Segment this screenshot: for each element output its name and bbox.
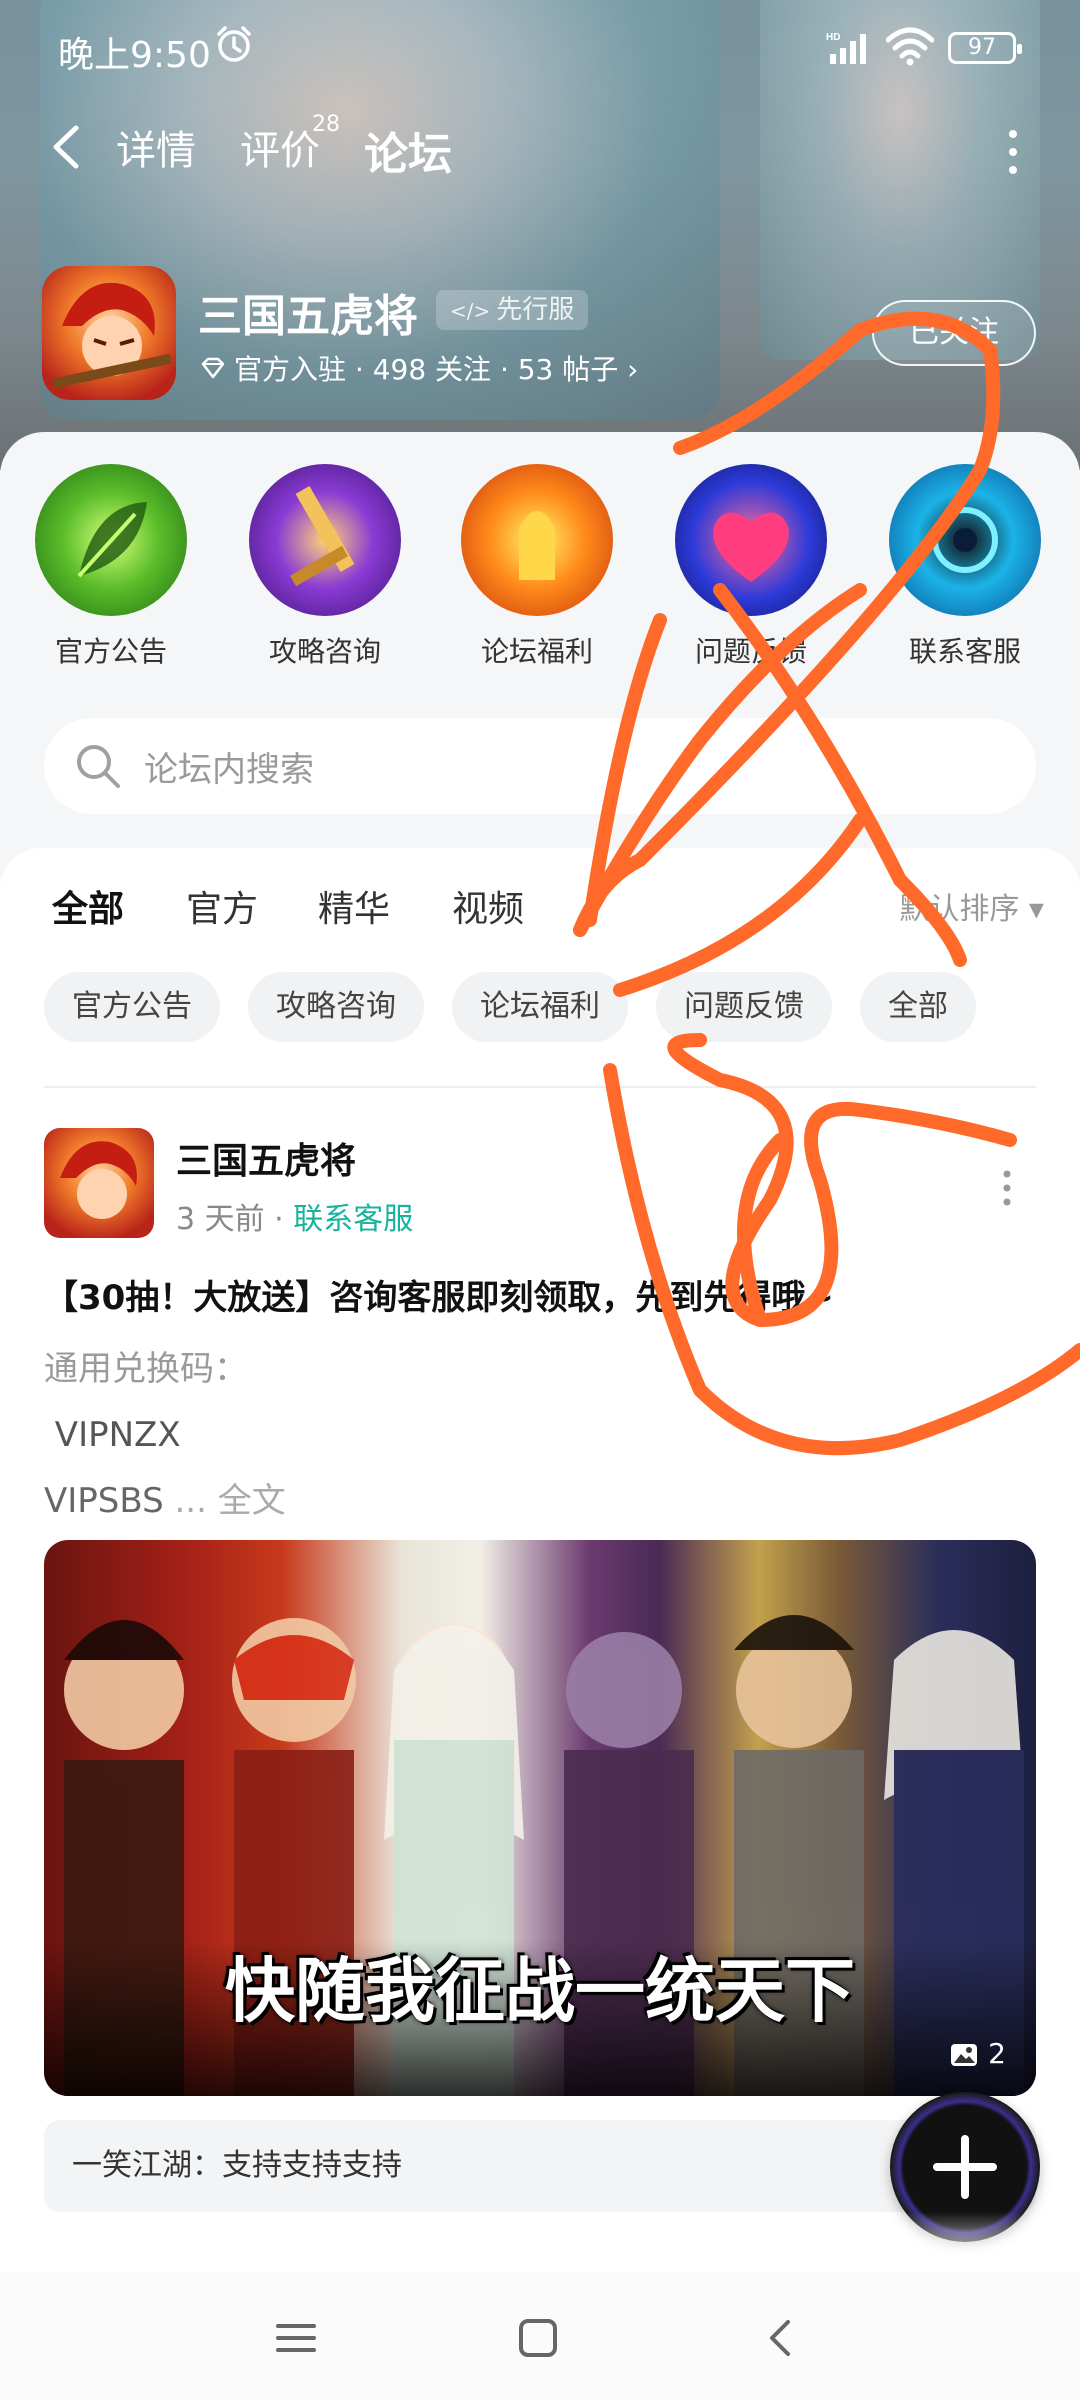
battery-indicator: 97 [948, 32, 1022, 64]
review-count-badge: 28 [312, 112, 340, 137]
tab-details[interactable]: 详情 [116, 118, 196, 176]
quick-link-label: 联系客服 [908, 635, 1021, 668]
menu-icon[interactable] [266, 2308, 326, 2368]
gallery-icon [951, 2044, 978, 2066]
status-bar: 晚上9:50 HD 97 [0, 0, 1080, 96]
orb-icon [889, 464, 1041, 616]
signal-hd-label: HD [826, 32, 840, 43]
post-author-avatar[interactable] [44, 1128, 154, 1238]
divider [44, 1086, 1036, 1088]
status-time: 晚上9:50 [58, 35, 211, 76]
tab-reviews[interactable]: 评价 28 [240, 112, 340, 176]
chip-guides[interactable]: 攻略咨询 [248, 972, 424, 1042]
quick-link-feedback[interactable]: 问题反馈 [666, 464, 836, 670]
system-nav-bar [0, 2272, 1080, 2400]
post-body[interactable]: 通用兑换码： VIPNZX VIPSBS ... 全文 [44, 1336, 286, 1534]
quick-link-label: 官方公告 [54, 635, 167, 668]
filter-tab-featured[interactable]: 精华 [318, 880, 390, 932]
filter-tabs: 全部 官方 精华 视频 默认排序 ▾ [0, 880, 1080, 950]
quick-link-label: 论坛福利 [480, 635, 593, 668]
post-top-comment[interactable]: 一笑江湖：支持支持支持 [44, 2120, 1036, 2212]
post-title[interactable]: 【30抽！大放送】咨询客服即刻领取，先到先得哦~ [44, 1270, 834, 1319]
code-icon: </> [450, 299, 491, 323]
tab-forum-label: 论坛 [364, 129, 452, 180]
quick-link-announcements[interactable]: 官方公告 [26, 464, 196, 670]
tab-reviews-label: 评价 [240, 128, 320, 174]
post-image[interactable]: 快随我征战一统天下 2 [44, 1540, 1036, 2096]
image-count: 2 [988, 2037, 1006, 2070]
post-body-line: VIPSBS [44, 1481, 164, 1521]
search-icon [77, 745, 120, 788]
quick-link-label: 攻略咨询 [268, 635, 381, 668]
post-meta-separator: · [274, 1202, 284, 1237]
filter-tab-official[interactable]: 官方 [186, 880, 258, 932]
home-icon[interactable] [508, 2308, 568, 2368]
chip-announcements[interactable]: 官方公告 [44, 972, 220, 1042]
forum-search-bar[interactable]: 论坛内搜索 [44, 718, 1036, 814]
chip-perks[interactable]: 论坛福利 [452, 972, 628, 1042]
heart-icon [675, 464, 827, 616]
read-more-link[interactable]: ... 全文 [164, 1481, 285, 1521]
quick-link-perks[interactable]: 论坛福利 [452, 464, 622, 670]
sort-dropdown[interactable]: 默认排序 ▾ [899, 884, 1044, 928]
quick-link-support[interactable]: 联系客服 [880, 464, 1050, 670]
leaf-icon [35, 464, 187, 616]
back-arrow-icon[interactable] [46, 122, 86, 172]
back-icon[interactable] [752, 2308, 812, 2368]
quick-link-guides[interactable]: 攻略咨询 [240, 464, 410, 670]
chip-feedback[interactable]: 问题反馈 [656, 972, 832, 1042]
top-nav: 详情 评价 28 论坛 [0, 108, 1080, 188]
post-meta: 3 天前 · 联系客服 [176, 1194, 413, 1238]
game-icon-art [52, 282, 172, 389]
quick-links: 官方公告 攻略咨询 论坛福利 问题反馈 联系客服 [0, 464, 1080, 684]
plus-icon [933, 2135, 997, 2199]
signal-icon: HD [826, 32, 866, 64]
bottom-fade [0, 2212, 1080, 2272]
wifi-icon [886, 27, 934, 66]
more-options-icon[interactable] [1006, 126, 1020, 178]
sword-icon [249, 464, 401, 616]
game-icon[interactable] [42, 266, 176, 400]
post-body-line: VIPNZX [44, 1415, 181, 1455]
image-count-badge: 2 [950, 2037, 1006, 2070]
tab-details-label: 详情 [116, 128, 196, 174]
follow-button[interactable]: 已关注 [872, 300, 1036, 366]
alarm-icon [217, 26, 251, 62]
filter-tab-all[interactable]: 全部 [52, 880, 124, 938]
post-image-caption: 快随我征战一统天下 [225, 1949, 855, 2032]
post-category-link[interactable]: 联系客服 [293, 1202, 413, 1237]
filter-tab-video[interactable]: 视频 [452, 880, 524, 932]
post-body-line: 通用兑换码： [44, 1349, 248, 1389]
preview-server-badge: </> 先行服 [436, 290, 589, 330]
post-author-name[interactable]: 三国五虎将 [176, 1132, 356, 1184]
search-placeholder: 论坛内搜索 [144, 750, 314, 790]
quick-link-label: 问题反馈 [694, 635, 807, 668]
game-meta[interactable]: 官方入驻 · 498 关注 · 53 帖子 › [200, 348, 638, 388]
gift-flame-icon [461, 464, 613, 616]
diamond-icon [200, 353, 226, 386]
game-title: 三国五虎将 [198, 291, 418, 342]
post-more-icon[interactable] [1000, 1168, 1014, 1208]
game-meta-text: 官方入驻 · 498 关注 · 53 帖子 › [234, 353, 639, 386]
tab-forum[interactable]: 论坛 [364, 118, 452, 182]
chip-all[interactable]: 全部 [860, 972, 976, 1042]
preview-server-label: 先行服 [496, 295, 575, 325]
post-time: 3 天前 [176, 1202, 265, 1237]
